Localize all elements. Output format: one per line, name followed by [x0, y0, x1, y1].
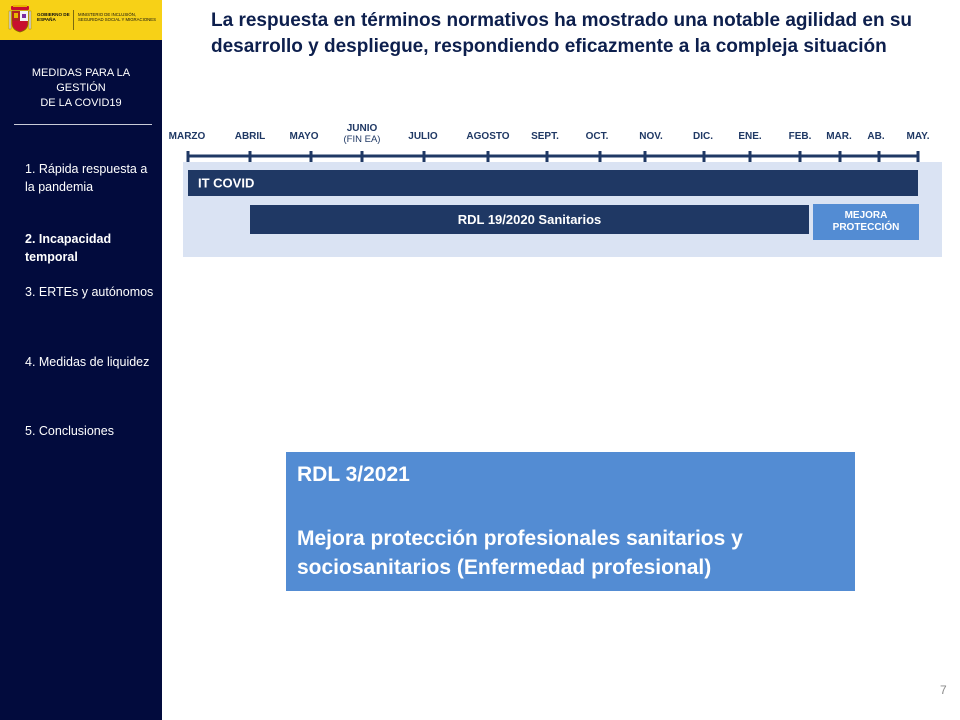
timeline-bar — [188, 170, 918, 196]
timeline-month-label: MAY. — [907, 131, 930, 142]
sidebar-item-ertes-autonomos[interactable]: 3. ERTEs y autónomos — [25, 283, 155, 301]
timeline-bar-label: RDL 19/2020 Sanitarios — [458, 212, 602, 227]
timeline-chart: MARZO ABRIL MAYO JUNIO(FIN EA) JULIO AGOSTO SE… — [169, 123, 942, 257]
timeline-month-label: OCT. — [586, 131, 609, 142]
rdl-callout-title: RDL 3/2021 — [297, 463, 410, 486]
timeline-month-label: AGOSTO — [466, 131, 509, 142]
timeline-month-label: FEB. — [789, 131, 812, 142]
timeline-bar-label: PROTECCIÓN — [833, 220, 900, 233]
timeline-month-label: ABRIL — [235, 131, 266, 142]
timeline-month-label: AB. — [867, 131, 884, 142]
timeline-bar-label: IT COVID — [198, 176, 254, 191]
page-number: 7 — [940, 683, 947, 697]
timeline-month-label: DIC. — [693, 131, 713, 142]
sidebar-item-medidas-liquidez[interactable]: 4. Medidas de liquidez — [25, 353, 155, 371]
timeline-month-label: NOV. — [639, 131, 663, 142]
sidebar-item-conclusiones[interactable]: 5. Conclusiones — [25, 422, 155, 440]
timeline-month-label: JULIO — [408, 131, 438, 142]
timeline-month-label: SEPT. — [531, 131, 559, 142]
timeline-month-label: MARZO — [169, 131, 206, 142]
timeline-month-label: ENE. — [738, 131, 762, 142]
timeline-month-sublabel: (FIN EA) — [344, 134, 381, 145]
timeline-bar-label: MEJORA — [845, 210, 888, 221]
rdl-callout: RDL 3/2021 Mejora protección profesional… — [286, 452, 855, 591]
rdl-callout-description: Mejora protección profesionales sanitari… — [297, 527, 743, 579]
timeline-month-label: JUNIO — [347, 123, 378, 134]
timeline-month-label: MAR. — [826, 131, 852, 142]
timeline-month-label: MAYO — [289, 131, 318, 142]
